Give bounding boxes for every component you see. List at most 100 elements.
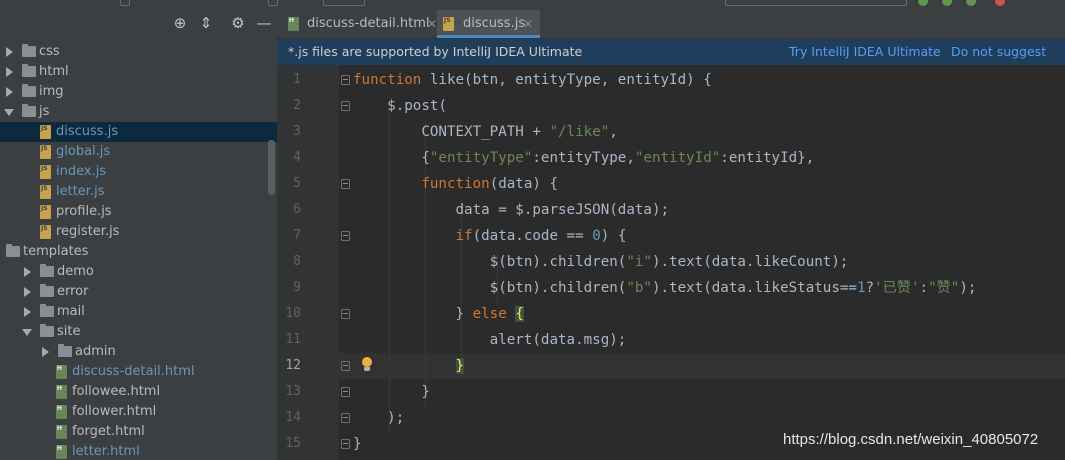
code-line-3: CONTEXT_PATH + "/like", bbox=[353, 124, 618, 140]
line-number: 4 bbox=[293, 150, 301, 165]
html-file-icon: H bbox=[56, 365, 67, 379]
fold-marker-icon[interactable] bbox=[341, 361, 350, 371]
tree-item-demo[interactable]: demo bbox=[0, 262, 277, 282]
js-file-icon: JS bbox=[443, 17, 454, 31]
target-icon[interactable]: ⊕ bbox=[170, 13, 190, 33]
fold-marker-icon[interactable] bbox=[341, 179, 350, 189]
expand-arrow-right-icon[interactable] bbox=[4, 82, 14, 102]
tree-item-img[interactable]: img bbox=[0, 82, 277, 102]
coverage-icon[interactable] bbox=[966, 0, 976, 6]
fold-marker-icon[interactable] bbox=[341, 231, 350, 241]
tree-item-discuss-detail-html[interactable]: Hdiscuss-detail.html bbox=[0, 362, 277, 382]
fold-marker-icon[interactable] bbox=[341, 413, 350, 423]
minimize-icon[interactable]: — bbox=[254, 13, 274, 33]
tree-item-html[interactable]: html bbox=[0, 62, 277, 82]
html-file-icon: H bbox=[56, 405, 67, 419]
plugin-suggestion-banner: *.js files are supported by IntelliJ IDE… bbox=[277, 39, 1065, 85]
fold-marker-icon[interactable] bbox=[341, 387, 350, 397]
expand-arrow-down-icon[interactable] bbox=[4, 102, 14, 122]
line-number: 12 bbox=[285, 358, 301, 373]
tab-discuss-js[interactable]: JS discuss.js ✕ bbox=[437, 10, 540, 38]
expand-arrow-right-icon[interactable] bbox=[4, 42, 14, 62]
tree-item-templates[interactable]: templates bbox=[0, 242, 277, 262]
js-file-icon: JS bbox=[40, 145, 51, 159]
watermark-url: https://blog.csdn.net/weixin_40805072 bbox=[783, 431, 1039, 448]
tree-item-css[interactable]: css bbox=[0, 42, 277, 62]
sidebar-scrollbar[interactable] bbox=[268, 140, 275, 195]
code-line-1: function like(btn, entityType, entityId)… bbox=[353, 72, 712, 88]
expand-arrow-right-icon[interactable] bbox=[22, 262, 32, 282]
tab-discuss-detail-html[interactable]: H discuss-detail.html ✕ bbox=[285, 10, 437, 38]
html-file-icon: H bbox=[288, 17, 299, 31]
tree-item-label: profile.js bbox=[56, 204, 112, 219]
code-line-13: } bbox=[353, 384, 430, 400]
line-number: 9 bbox=[293, 280, 301, 295]
tree-item-admin[interactable]: admin bbox=[0, 342, 277, 362]
folder-icon bbox=[22, 104, 36, 117]
js-file-icon: JS bbox=[40, 125, 51, 139]
tree-item-mail[interactable]: mail bbox=[0, 302, 277, 322]
line-number: 13 bbox=[285, 384, 301, 399]
tree-item-discuss-js[interactable]: JS discuss.js bbox=[0, 122, 277, 142]
js-file-icon: JS bbox=[40, 185, 51, 199]
tree-item-site[interactable]: site bbox=[0, 322, 277, 342]
tree-item-follower-html[interactable]: Hfollower.html bbox=[0, 402, 277, 422]
folder-icon bbox=[22, 44, 36, 57]
editor-tab-bar: H discuss-detail.html ✕ JS discuss.js ✕ bbox=[277, 10, 1065, 39]
expand-arrow-right-icon[interactable] bbox=[4, 62, 14, 82]
html-file-icon: H bbox=[56, 385, 67, 399]
tab-label: discuss.js bbox=[463, 16, 526, 31]
try-ultimate-link[interactable]: Try IntelliJ IDEA Ultimate bbox=[789, 39, 941, 65]
tree-item-forget-html[interactable]: Hforget.html bbox=[0, 422, 277, 442]
code-line-12: } bbox=[455, 358, 465, 374]
close-tab-icon[interactable]: ✕ bbox=[427, 10, 437, 38]
tree-item-letter-js[interactable]: JS letter.js bbox=[0, 182, 277, 202]
expand-arrow-right-icon[interactable] bbox=[22, 282, 32, 302]
tree-item-label: follower.html bbox=[72, 404, 157, 419]
gear-icon[interactable]: ⚙ bbox=[228, 13, 248, 33]
run-icon[interactable] bbox=[918, 0, 928, 6]
tree-item-label: img bbox=[39, 84, 64, 99]
code-line-5: function(data) { bbox=[421, 176, 559, 192]
tab-label: discuss-detail.html bbox=[307, 16, 430, 31]
folder-icon bbox=[40, 264, 54, 277]
tree-item-index-js[interactable]: JS index.js bbox=[0, 162, 277, 182]
fold-marker-icon[interactable] bbox=[341, 439, 350, 449]
html-file-icon: H bbox=[56, 445, 67, 459]
tree-item-label: discuss-detail.html bbox=[72, 364, 195, 379]
tree-item-letter-html[interactable]: Hletter.html bbox=[0, 442, 277, 460]
tree-item-followee-html[interactable]: Hfollowee.html bbox=[0, 382, 277, 402]
tree-item-js[interactable]: js bbox=[0, 102, 277, 122]
close-tab-icon[interactable]: ✕ bbox=[523, 10, 533, 38]
line-number: 3 bbox=[293, 124, 301, 139]
code-editor[interactable]: 1 2 3 4 5 6 7 8 9 10 11 12 13 14 15 function like(btn,… bbox=[277, 65, 1065, 460]
tree-item-register-js[interactable]: JS register.js bbox=[0, 222, 277, 242]
code-line-15: } bbox=[353, 436, 362, 452]
fold-marker-icon[interactable] bbox=[341, 101, 350, 111]
tree-item-profile-js[interactable]: JS profile.js bbox=[0, 202, 277, 222]
line-number: 10 bbox=[285, 306, 301, 321]
tree-item-global-js[interactable]: JS global.js bbox=[0, 142, 277, 162]
folder-icon bbox=[40, 284, 54, 297]
debug-icon[interactable] bbox=[942, 0, 952, 6]
toolbar-fragment bbox=[323, 0, 365, 6]
code-line-11: alert(data.msg); bbox=[353, 332, 627, 348]
expand-arrow-right-icon[interactable] bbox=[40, 342, 50, 362]
tree-item-label: site bbox=[57, 324, 81, 339]
line-number: 15 bbox=[285, 436, 301, 451]
expand-arrow-right-icon[interactable] bbox=[22, 302, 32, 322]
expand-arrow-down-icon[interactable] bbox=[22, 322, 32, 342]
tree-item-error[interactable]: error bbox=[0, 282, 277, 302]
folder-icon bbox=[6, 244, 20, 257]
line-number: 11 bbox=[285, 332, 301, 347]
stop-icon[interactable] bbox=[995, 0, 1005, 6]
project-toolbar: ⊕ ⇕ ⚙ — bbox=[0, 10, 277, 37]
code-line-6: data = $.parseJSON(data); bbox=[353, 202, 670, 218]
collapse-icon[interactable]: ⇕ bbox=[196, 13, 216, 33]
line-number: 2 bbox=[293, 98, 301, 113]
tree-item-label: discuss.js bbox=[56, 124, 119, 139]
fold-marker-icon[interactable] bbox=[341, 309, 350, 319]
run-config-selector[interactable] bbox=[725, 0, 907, 6]
tree-item-label: admin bbox=[75, 344, 116, 359]
fold-marker-icon[interactable] bbox=[341, 75, 350, 85]
